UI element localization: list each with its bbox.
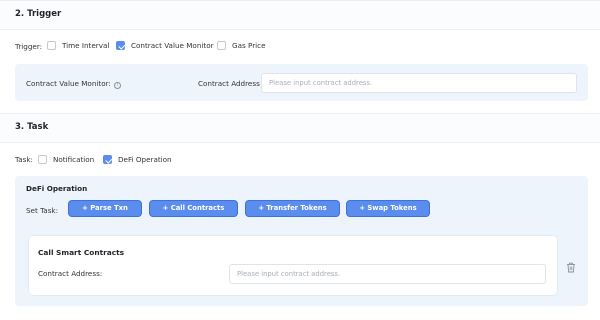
monitor-label: Contract Value Monitor: i — [26, 79, 121, 89]
time-interval-checkbox[interactable] — [47, 41, 56, 50]
trigger-label: Trigger: — [15, 42, 43, 51]
call-contracts-button[interactable]: + Call Contracts — [149, 200, 238, 217]
info-circle-icon[interactable]: i — [113, 82, 121, 89]
card-contract-address-label: Contract Address: — [38, 269, 103, 278]
task-option-notification[interactable]: Notification — [38, 155, 94, 164]
transfer-tokens-button[interactable]: + Transfer Tokens — [245, 200, 340, 217]
monitor-label-text: Contract Value Monitor: — [26, 79, 111, 88]
trash-icon[interactable] — [566, 262, 576, 273]
trigger-option-contract-value-monitor[interactable]: Contract Value Monitor — [116, 41, 214, 50]
automation-form: 2. Trigger Trigger: Time Interval Contra… — [0, 0, 600, 320]
monitor-contract-address-input[interactable]: Please input contract address. — [261, 73, 577, 93]
task-section-header: 3. Task — [0, 113, 600, 143]
call-smart-contracts-card: Call Smart Contracts Contract Address: P… — [29, 236, 557, 295]
call-smart-contracts-title: Call Smart Contracts — [38, 248, 125, 257]
contract-value-monitor-panel: Contract Value Monitor: i Contract Addres… — [15, 64, 588, 101]
trigger-option-gas-price[interactable]: Gas Price — [217, 41, 266, 50]
notification-label: Notification — [53, 155, 95, 164]
defi-operation-title: DeFi Operation — [26, 184, 88, 193]
task-option-defi-operation[interactable]: DeFi Operation — [103, 155, 172, 164]
task-section-title: 3. Task — [15, 122, 49, 132]
defi-operation-checkbox[interactable] — [103, 155, 112, 164]
parse-txn-button[interactable]: + Parse Txn — [68, 200, 142, 217]
gas-price-label: Gas Price — [232, 41, 266, 50]
defi-operation-label: DeFi Operation — [118, 155, 172, 164]
trigger-section-header: 2. Trigger — [0, 0, 600, 30]
contract-value-monitor-label: Contract Value Monitor — [131, 41, 214, 50]
trigger-option-time-interval[interactable]: Time Interval — [47, 41, 109, 50]
gas-price-checkbox[interactable] — [217, 41, 226, 50]
card-contract-address-input[interactable]: Please input contract address. — [229, 264, 546, 284]
time-interval-label: Time Interval — [62, 41, 110, 50]
swap-tokens-button[interactable]: + Swap Tokens — [346, 200, 430, 217]
trigger-section-title: 2. Trigger — [15, 9, 62, 19]
notification-checkbox[interactable] — [38, 155, 47, 164]
monitor-address-label: Contract Address — [198, 79, 260, 88]
contract-value-monitor-checkbox[interactable] — [116, 41, 125, 50]
task-label: Task: — [15, 155, 33, 164]
set-task-label: Set Task: — [26, 206, 59, 215]
